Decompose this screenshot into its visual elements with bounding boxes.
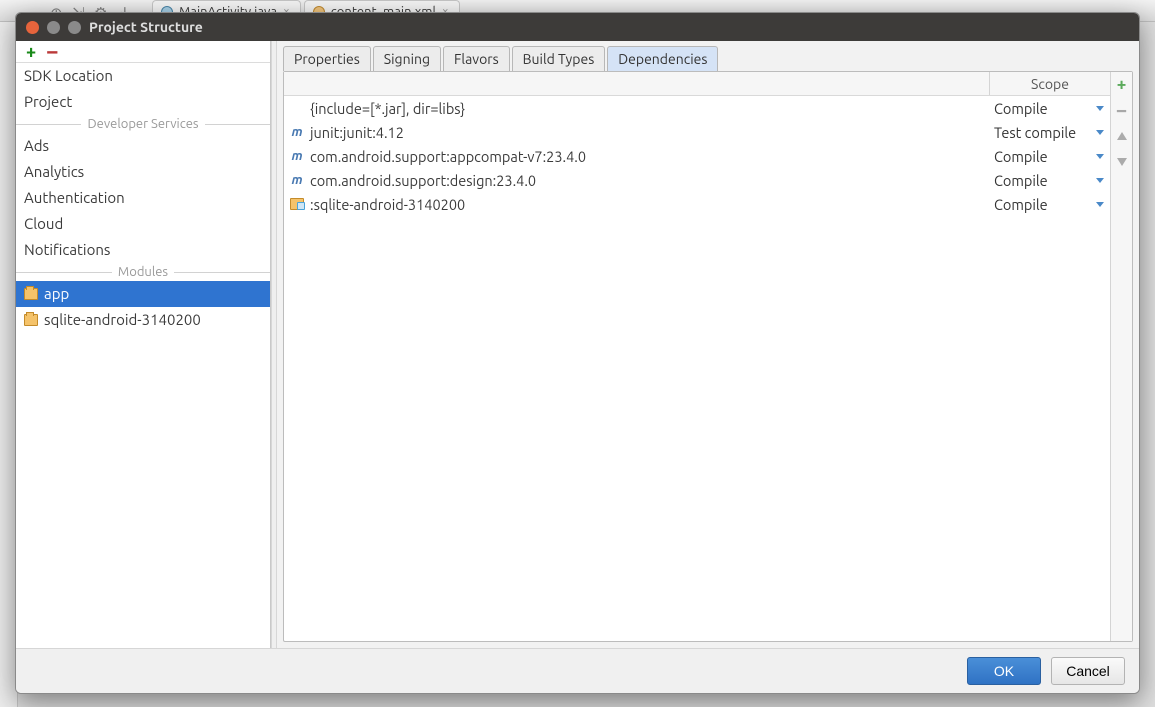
- chevron-down-icon: [1096, 202, 1104, 207]
- ok-button[interactable]: OK: [967, 657, 1041, 685]
- dependencies-table: Scope {include=[*.jar], dir=libs} Compile…: [284, 72, 1110, 641]
- sidebar-list: SDK Location Project Developer Services …: [16, 63, 270, 648]
- cancel-button[interactable]: Cancel: [1051, 657, 1125, 685]
- dependency-row[interactable]: m com.android.support:appcompat-v7:23.4.0…: [284, 144, 1110, 168]
- dependency-name: m com.android.support:design:23.4.0: [284, 172, 990, 189]
- dependency-label: {include=[*.jar], dir=libs}: [310, 100, 465, 117]
- remove-icon[interactable]: −: [46, 46, 58, 57]
- window-minimize-icon[interactable]: [47, 21, 60, 34]
- module-icon: [24, 288, 38, 300]
- sidebar-item-ads[interactable]: Ads: [16, 133, 270, 159]
- dependency-scope-dropdown[interactable]: Compile: [990, 172, 1110, 189]
- dialog-sidebar: + − SDK Location Project Developer Servi…: [16, 41, 271, 648]
- tab-flavors[interactable]: Flavors: [443, 46, 510, 71]
- dependency-label: junit:junit:4.12: [310, 124, 404, 141]
- tab-dependencies[interactable]: Dependencies: [607, 46, 718, 71]
- dependency-row[interactable]: {include=[*.jar], dir=libs} Compile: [284, 96, 1110, 120]
- sidebar-module-sqlite[interactable]: sqlite-android-3140200: [16, 307, 270, 333]
- sidebar-toolbar: + −: [16, 41, 270, 63]
- dependencies-header-name[interactable]: [284, 72, 990, 95]
- dependency-scope-label: Compile: [994, 172, 1048, 189]
- chevron-down-icon: [1096, 130, 1104, 135]
- dependency-scope-label: Compile: [994, 100, 1048, 117]
- dialog-title: Project Structure: [89, 19, 203, 35]
- add-icon[interactable]: +: [26, 43, 36, 61]
- sidebar-item-analytics[interactable]: Analytics: [16, 159, 270, 185]
- module-folder-icon: [290, 198, 304, 210]
- dependencies-header: Scope: [284, 72, 1110, 96]
- dependency-scope-label: Compile: [994, 148, 1048, 165]
- dependency-label: com.android.support:design:23.4.0: [310, 172, 536, 189]
- chevron-down-icon: [1096, 106, 1104, 111]
- dependency-name: {include=[*.jar], dir=libs}: [284, 100, 990, 117]
- dependency-label: com.android.support:appcompat-v7:23.4.0: [310, 148, 586, 165]
- window-close-icon[interactable]: [26, 21, 39, 34]
- sidebar-section-header: Developer Services: [16, 115, 270, 133]
- tab-properties[interactable]: Properties: [283, 46, 371, 71]
- dependencies-side-actions: + −: [1110, 72, 1132, 641]
- project-structure-dialog: Project Structure + − SDK Location Proje…: [15, 12, 1140, 694]
- move-up-icon[interactable]: [1114, 128, 1130, 144]
- sidebar-item-project[interactable]: Project: [16, 89, 270, 115]
- dependencies-header-scope[interactable]: Scope: [990, 72, 1110, 95]
- dependency-scope-dropdown[interactable]: Compile: [990, 196, 1110, 213]
- dependency-name: m junit:junit:4.12: [284, 124, 990, 141]
- dialog-titlebar[interactable]: Project Structure: [16, 13, 1139, 41]
- dependency-scope-label: Compile: [994, 196, 1048, 213]
- module-icon: [24, 314, 38, 326]
- move-down-icon[interactable]: [1114, 154, 1130, 170]
- dependency-row[interactable]: m junit:junit:4.12 Test compile: [284, 120, 1110, 144]
- dependency-label: :sqlite-android-3140200: [310, 196, 465, 213]
- dependency-name: m com.android.support:appcompat-v7:23.4.0: [284, 148, 990, 165]
- chevron-down-icon: [1096, 178, 1104, 183]
- add-dependency-icon[interactable]: +: [1114, 76, 1130, 92]
- sidebar-item-authentication[interactable]: Authentication: [16, 185, 270, 211]
- dialog-main: Properties Signing Flavors Build Types D…: [277, 41, 1139, 648]
- dialog-footer: OK Cancel: [16, 648, 1139, 693]
- remove-dependency-icon[interactable]: −: [1114, 102, 1130, 118]
- sidebar-module-app[interactable]: app: [16, 281, 270, 307]
- chevron-down-icon: [1096, 154, 1104, 159]
- sidebar-item-cloud[interactable]: Cloud: [16, 211, 270, 237]
- maven-icon: m: [290, 174, 304, 186]
- dependency-row[interactable]: m com.android.support:design:23.4.0 Compil…: [284, 168, 1110, 192]
- dependency-scope-dropdown[interactable]: Test compile: [990, 124, 1110, 141]
- maven-icon: m: [290, 126, 304, 138]
- tab-build-types[interactable]: Build Types: [512, 46, 606, 71]
- sidebar-section-header: Modules: [16, 263, 270, 281]
- module-tabs: Properties Signing Flavors Build Types D…: [277, 41, 1139, 71]
- dependency-scope-dropdown[interactable]: Compile: [990, 148, 1110, 165]
- dependency-scope-dropdown[interactable]: Compile: [990, 100, 1110, 117]
- dependencies-rows: {include=[*.jar], dir=libs}Compilemjunit…: [284, 96, 1110, 641]
- maven-icon: m: [290, 150, 304, 162]
- dependency-name: :sqlite-android-3140200: [284, 196, 990, 213]
- tab-signing[interactable]: Signing: [373, 46, 441, 71]
- sidebar-item-sdk-location[interactable]: SDK Location: [16, 63, 270, 89]
- dependency-row[interactable]: :sqlite-android-3140200 Compile: [284, 192, 1110, 216]
- window-maximize-icon[interactable]: [68, 21, 81, 34]
- dependencies-panel: Scope {include=[*.jar], dir=libs} Compile…: [283, 71, 1133, 642]
- dependency-scope-label: Test compile: [994, 124, 1076, 141]
- sidebar-item-notifications[interactable]: Notifications: [16, 237, 270, 263]
